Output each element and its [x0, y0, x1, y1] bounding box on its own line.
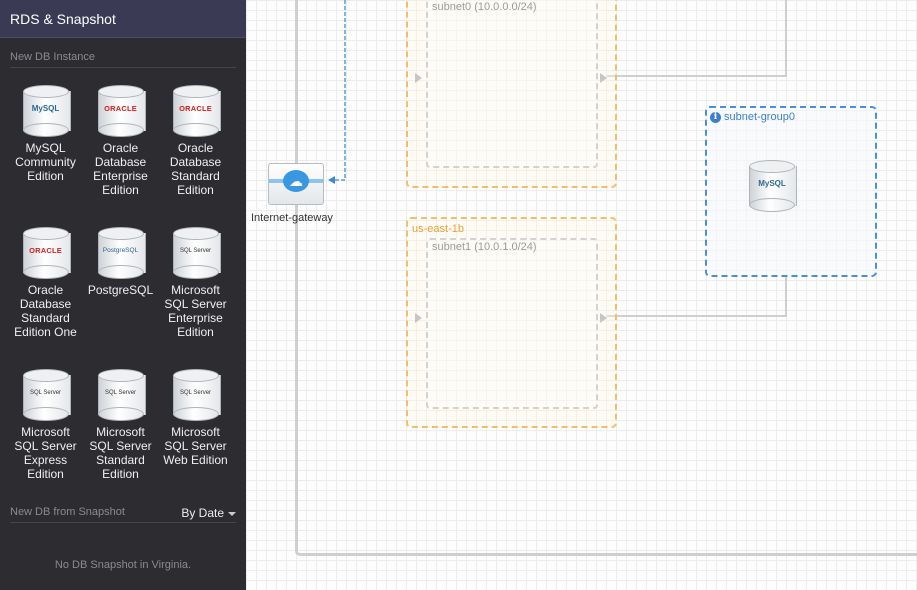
port-left-icon[interactable] — [415, 73, 422, 83]
section-divider — [10, 67, 236, 68]
subnet-group[interactable]: i subnet-group0 MySQL — [705, 106, 877, 277]
snapshot-section-label: New DB from Snapshot — [10, 506, 125, 518]
db-item-oracle-standard[interactable]: ORACLE Oracle Database Standard Edition — [158, 85, 233, 197]
info-icon[interactable]: i — [710, 112, 721, 123]
db-item-label: Microsoft SQL Server Enterprise Edition — [164, 283, 227, 339]
sql-server-logo-icon: SQL Server — [22, 369, 71, 421]
caret-down-icon — [228, 511, 236, 516]
db-item-label: PostgreSQL — [87, 283, 154, 297]
cloud-icon: ☁ — [283, 170, 309, 192]
db-item-mysql-community[interactable]: MySQL MySQL Community Edition — [8, 85, 83, 183]
oracle-logo-icon: ORACLE — [97, 85, 146, 137]
gateway-route-line — [332, 0, 346, 181]
db-item-label: Oracle Database Standard Edition — [169, 141, 222, 197]
section-divider — [10, 522, 236, 523]
sql-server-logo-icon: SQL Server — [97, 369, 146, 421]
subnet-1[interactable]: subnet1 (10.0.1.0/24) — [426, 238, 598, 409]
sql-server-logo-icon: SQL Server — [172, 227, 221, 279]
empty-snapshot-message: No DB Snapshot in Virginia. — [54, 559, 192, 571]
subnet-group-label: subnet-group0 — [724, 111, 795, 123]
subnet-0[interactable]: subnet0 (10.0.0.0/24) — [426, 0, 598, 168]
az-label: us-east-1b — [412, 223, 464, 235]
gateway-label: Internet-gateway — [251, 212, 333, 224]
db-item-sqlserver-standard[interactable]: SQL Server Microsoft SQL Server Standard… — [83, 369, 158, 481]
port-right-icon[interactable] — [600, 73, 607, 83]
new-instance-section-label: New DB Instance — [10, 51, 95, 63]
sidebar: RDS & Snapshot New DB Instance MySQL MyS… — [0, 0, 246, 590]
oracle-logo-icon: ORACLE — [172, 85, 221, 137]
subnet-label: subnet1 (10.0.1.0/24) — [432, 241, 537, 253]
mysql-logo-icon: MySQL — [749, 160, 797, 214]
diagram-canvas[interactable]: subnet0 (10.0.0.0/24) us-east-1b subnet1… — [246, 0, 917, 590]
sort-dropdown-label: By Date — [181, 506, 224, 520]
db-item-sqlserver-web[interactable]: SQL Server Microsoft SQL Server Web Edit… — [158, 369, 233, 467]
db-item-label: Oracle Database Enterprise Edition — [93, 141, 148, 197]
subnet0-link-line — [607, 0, 787, 77]
db-item-oracle-enterprise[interactable]: ORACLE Oracle Database Enterprise Editio… — [83, 85, 158, 197]
availability-zone-1[interactable]: subnet0 (10.0.0.0/24) — [406, 0, 617, 188]
arrow-left-icon — [328, 176, 335, 184]
db-item-oracle-standard-one[interactable]: ORACLE Oracle Database Standard Edition … — [8, 227, 83, 339]
subnet-label: subnet0 (10.0.0.0/24) — [432, 1, 537, 13]
db-item-label: Oracle Database Standard Edition One — [14, 283, 77, 339]
sql-server-logo-icon: SQL Server — [172, 369, 221, 421]
port-right-icon[interactable] — [600, 313, 607, 323]
rds-instance[interactable]: MySQL — [749, 160, 797, 214]
availability-zone-2[interactable]: us-east-1b subnet1 (10.0.1.0/24) — [406, 217, 617, 428]
db-item-label: Microsoft SQL Server Express Edition — [14, 425, 77, 481]
mysql-logo-icon: MySQL — [22, 85, 71, 137]
subnet1-link-line — [607, 275, 787, 317]
port-left-icon[interactable] — [415, 313, 422, 323]
sidebar-title: RDS & Snapshot — [0, 0, 246, 38]
db-item-postgresql[interactable]: PostgreSQL PostgreSQL — [83, 227, 158, 297]
db-item-label: Microsoft SQL Server Standard Edition — [89, 425, 152, 481]
db-item-sqlserver-express[interactable]: SQL Server Microsoft SQL Server Express … — [8, 369, 83, 481]
postgresql-logo-icon: PostgreSQL — [97, 227, 146, 279]
internet-gateway[interactable]: ☁ — [268, 163, 324, 205]
db-item-label: Microsoft SQL Server Web Edition — [163, 425, 228, 467]
db-item-label: MySQL Community Edition — [15, 141, 76, 183]
sort-dropdown[interactable]: By Date — [181, 506, 236, 520]
oracle-logo-icon: ORACLE — [22, 227, 71, 279]
db-item-sqlserver-enterprise[interactable]: SQL Server Microsoft SQL Server Enterpri… — [158, 227, 233, 339]
